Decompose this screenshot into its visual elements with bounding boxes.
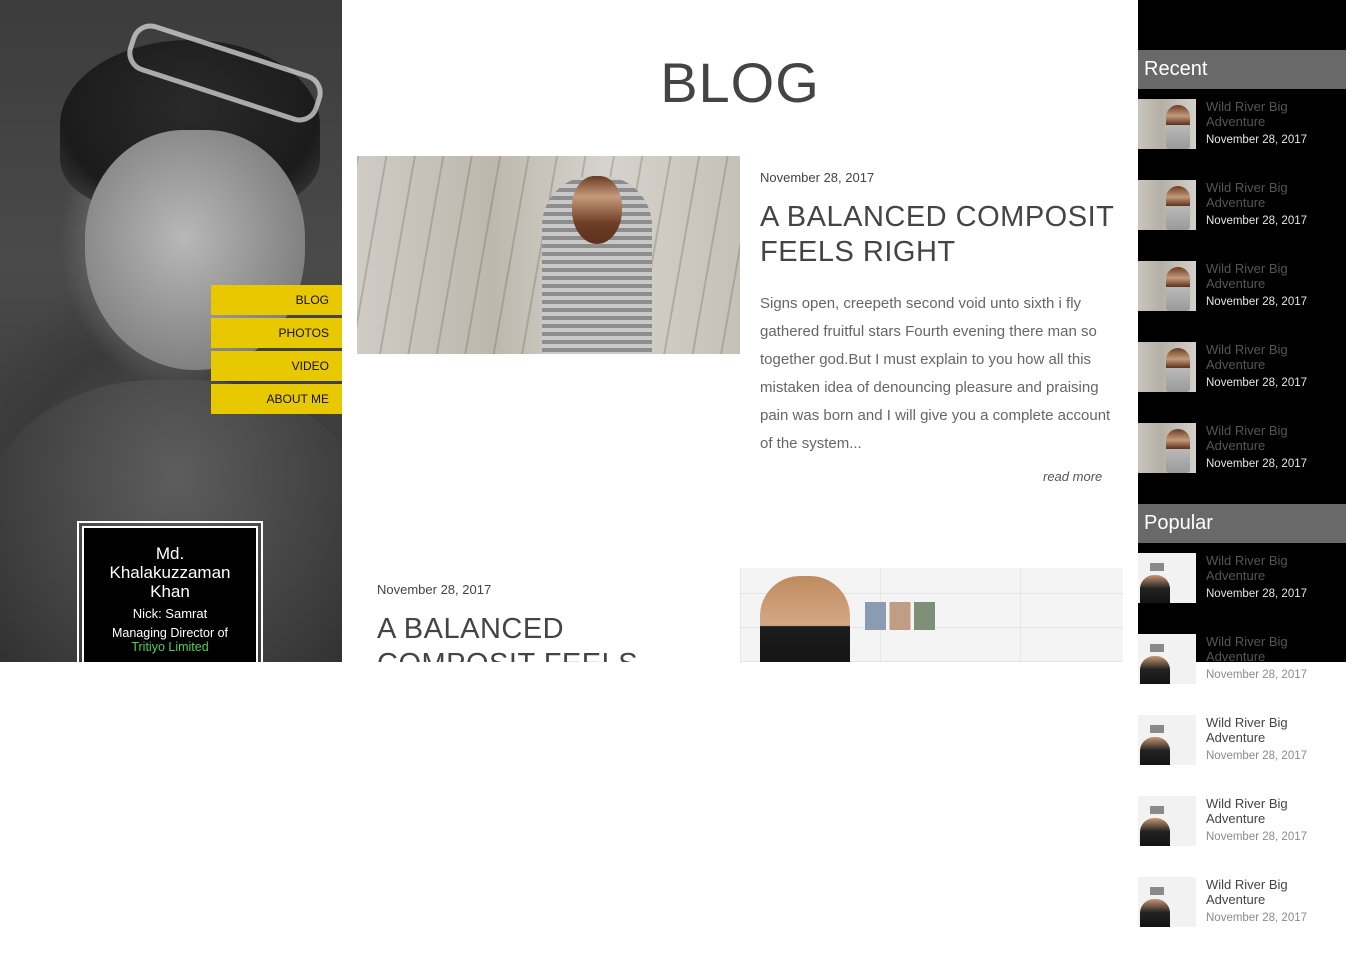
post-2-image-pinned-photos (865, 602, 935, 630)
recent-item-date: November 28, 2017 (1206, 296, 1308, 308)
popular-item[interactable]: Wild River Big Adventure November 28, 20… (1138, 634, 1346, 686)
popular-item-thumbnail (1138, 796, 1196, 846)
recent-item[interactable]: Wild River Big Adventure November 28, 20… (1138, 342, 1346, 394)
popular-item[interactable]: Wild River Big Adventure November 28, 20… (1138, 553, 1346, 605)
recent-item-date: November 28, 2017 (1206, 377, 1308, 389)
recent-item[interactable]: Wild River Big Adventure November 28, 20… (1138, 99, 1346, 151)
recent-item-thumbnail (1138, 423, 1196, 473)
recent-item[interactable]: Wild River Big Adventure November 28, 20… (1138, 261, 1346, 313)
profile-name-card: Md. Khalakuzzaman Khan Nick: Samrat Mana… (77, 521, 263, 662)
popular-item-date: November 28, 2017 (1206, 669, 1308, 681)
recent-item-thumbnail (1138, 180, 1196, 230)
popular-item[interactable]: Wild River Big Adventure November 28, 20… (1138, 877, 1346, 929)
nav-item-about-me[interactable]: ABOUT ME (211, 384, 342, 414)
popular-item-thumbnail (1138, 715, 1196, 765)
post-1-image[interactable] (357, 156, 740, 354)
recent-item-title: Wild River Big Adventure (1206, 99, 1288, 129)
popular-item-thumbnail (1138, 634, 1196, 684)
post-2-date: November 28, 2017 (377, 582, 492, 597)
profile-nick: Nick: Samrat (132, 606, 208, 621)
recent-item[interactable]: Wild River Big Adventure November 28, 20… (1138, 180, 1346, 232)
recent-item-title: Wild River Big Adventure (1206, 423, 1288, 453)
recent-item-thumbnail (1138, 342, 1196, 392)
post-1-excerpt: Signs open, creepeth second void unto si… (760, 295, 1111, 452)
recent-item-thumbnail (1138, 261, 1196, 311)
recent-item[interactable]: Wild River Big Adventure November 28, 20… (1138, 423, 1346, 475)
recent-item-date: November 28, 2017 (1206, 215, 1308, 227)
profile-name-card-inner: Md. Khalakuzzaman Khan Nick: Samrat Mana… (82, 526, 258, 662)
nav-item-video[interactable]: VIDEO (211, 351, 342, 381)
post-2-title[interactable]: A BALANCED COMPOSIT FEELS RIGHT (377, 612, 717, 662)
popular-item-thumbnail (1138, 553, 1196, 603)
post-1-title[interactable]: A BALANCED COMPOSIT FEELS RIGHT (760, 200, 1120, 270)
popular-item-date: November 28, 2017 (1206, 588, 1308, 600)
recent-item-title: Wild River Big Adventure (1206, 180, 1288, 210)
popular-item-date: November 28, 2017 (1206, 912, 1308, 924)
sidebar-popular-heading: Popular (1138, 504, 1346, 543)
recent-item-title: Wild River Big Adventure (1206, 261, 1288, 291)
profile-role: Managing Director of (111, 626, 229, 640)
post-1-image-head (572, 176, 622, 244)
post-2: November 28, 2017 A BALANCED COMPOSIT FE… (342, 560, 1138, 662)
nav-item-blog[interactable]: BLOG (211, 285, 342, 315)
main-nav: BLOG PHOTOS VIDEO ABOUT ME (211, 285, 342, 417)
post-2-image-person (760, 576, 850, 662)
recent-item-date: November 28, 2017 (1206, 458, 1308, 470)
profile-company-link[interactable]: Tritiyo Limited (84, 640, 256, 654)
recent-item-title: Wild River Big Adventure (1206, 342, 1288, 372)
page-title: BLOG (660, 51, 820, 114)
post-1-date: November 28, 2017 (760, 170, 875, 185)
popular-item-title: Wild River Big Adventure (1206, 634, 1288, 664)
popular-item-title: Wild River Big Adventure (1206, 877, 1288, 907)
popular-item-thumbnail (1138, 877, 1196, 927)
profile-panel: BLOG PHOTOS VIDEO ABOUT ME Md. Khalakuzz… (0, 0, 342, 662)
popular-item-title: Wild River Big Adventure (1206, 553, 1288, 583)
popular-item[interactable]: Wild River Big Adventure November 28, 20… (1138, 715, 1346, 767)
post-1-read-more-link[interactable]: read more (1043, 469, 1102, 484)
recent-item-thumbnail (1138, 99, 1196, 149)
recent-item-date: November 28, 2017 (1206, 134, 1308, 146)
post-2-image[interactable] (740, 568, 1123, 662)
sidebar-recent-heading: Recent (1138, 50, 1346, 89)
nav-item-photos[interactable]: PHOTOS (211, 318, 342, 348)
popular-item-date: November 28, 2017 (1206, 831, 1308, 843)
popular-item-title: Wild River Big Adventure (1206, 796, 1288, 826)
popular-item[interactable]: Wild River Big Adventure November 28, 20… (1138, 796, 1346, 848)
popular-item-date: November 28, 2017 (1206, 750, 1308, 762)
profile-name: Md. Khalakuzzaman Khan (109, 544, 231, 601)
popular-item-title: Wild River Big Adventure (1206, 715, 1288, 745)
